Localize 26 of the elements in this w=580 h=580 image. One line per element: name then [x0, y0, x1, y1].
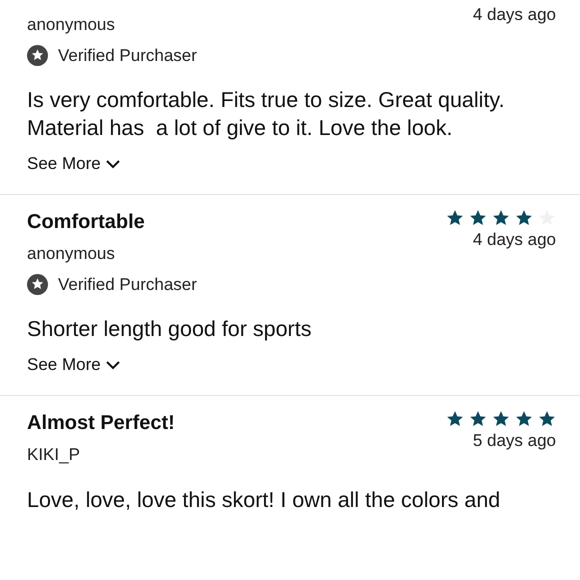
star-icon [492, 209, 510, 227]
review-author: KIKI_P [27, 444, 81, 466]
review-date: 4 days ago [472, 229, 556, 251]
star-icon [469, 209, 487, 227]
verified-label: Verified Purchaser [58, 274, 197, 294]
star-icon [515, 410, 533, 428]
review-title: Almost Perfect! [27, 411, 175, 436]
review-date: 5 days ago [472, 430, 556, 452]
review-text: Love, love, love this skort! I own all the colors and [27, 487, 502, 514]
review-text: Shorter length good for sports [27, 316, 312, 343]
star-icon [492, 410, 510, 428]
chevron-down-icon [106, 160, 120, 168]
see-more-link[interactable]: See More [27, 154, 120, 174]
see-more-link[interactable]: See More [27, 355, 120, 375]
review-author: anonymous [27, 14, 115, 36]
verified-label: Verified Purchaser [58, 46, 197, 66]
star-icon [469, 410, 487, 428]
review-date: 4 days ago [472, 4, 556, 26]
star-icon [538, 410, 556, 428]
chevron-down-icon [106, 360, 120, 370]
star-icon [446, 410, 464, 428]
review-author: anonymous [27, 243, 116, 265]
star-icon [446, 209, 464, 227]
review-text: Is very comfortable. Fits true to size. Great quality. Material has a lot of give to it. Love the look. [27, 87, 506, 142]
star-icon [515, 209, 533, 227]
review-title: Comfortable [27, 210, 145, 235]
